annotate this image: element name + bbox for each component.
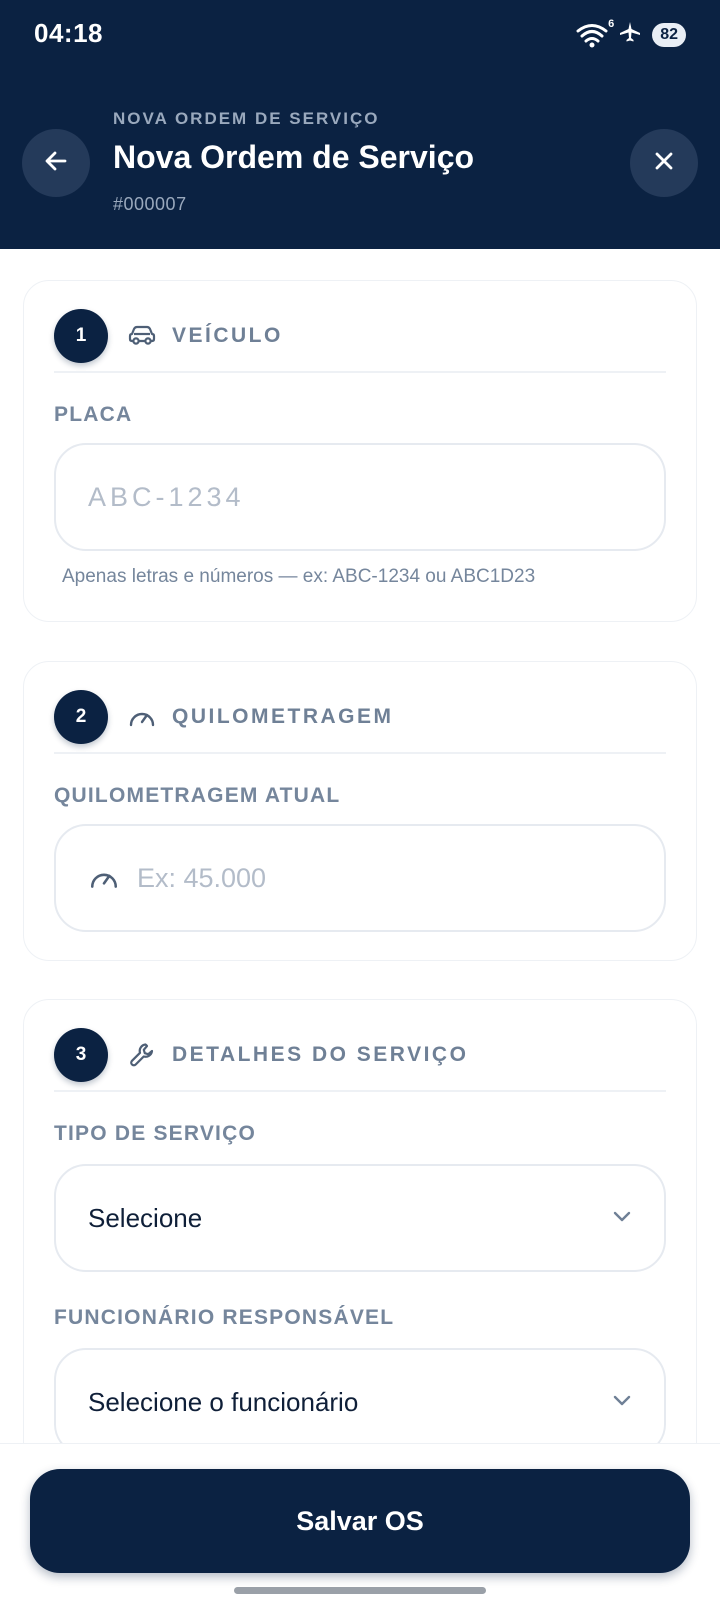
mileage-section-header: 2 QUILOMETRAGEM: [54, 690, 394, 744]
step-number: 3: [54, 1028, 108, 1082]
save-button[interactable]: Salvar OS: [30, 1469, 690, 1573]
back-button[interactable]: [22, 129, 90, 197]
mileage-section: 2 QUILOMETRAGEM QUILOMETRAGEM ATUAL: [23, 661, 697, 961]
service-details-header: 3 DETALHES DO SERVIÇO: [54, 1028, 468, 1082]
service-type-select[interactable]: Selecione: [54, 1164, 666, 1272]
order-number: #000007: [113, 194, 187, 214]
mileage-input[interactable]: [136, 862, 664, 894]
header-eyebrow: NOVA ORDEM DE SERVIÇO: [113, 109, 380, 128]
car-icon: [126, 320, 158, 352]
close-icon: [652, 149, 676, 178]
battery-indicator: 82: [652, 22, 686, 47]
service-details-section: 3 DETALHES DO SERVIÇO TIPO DE SERVIÇO Se…: [23, 999, 697, 1443]
wifi-icon: 6: [576, 18, 614, 48]
speedometer-icon: [126, 701, 158, 733]
chevron-down-icon: [612, 1393, 632, 1412]
plate-input[interactable]: [88, 481, 664, 513]
status-time: 04:18: [34, 18, 103, 48]
section-divider: [54, 752, 666, 754]
mileage-field: [54, 824, 666, 932]
employee-select[interactable]: Selecione o funcionário: [54, 1348, 666, 1443]
step-number: 2: [54, 690, 108, 744]
page-title: Nova Ordem de Serviço: [113, 139, 475, 175]
home-indicator[interactable]: [234, 1587, 486, 1594]
airplane-icon: [618, 20, 642, 49]
mileage-label: QUILOMETRAGEM ATUAL: [54, 784, 341, 807]
speedometer-icon: [88, 860, 121, 896]
vehicle-section-header: 1 VEÍCULO: [54, 309, 283, 363]
chevron-down-icon: [612, 1209, 632, 1228]
mileage-section-title: QUILOMETRAGEM: [172, 705, 394, 728]
service-type-value: Selecione: [88, 1202, 203, 1233]
employee-value: Selecione o funcionário: [88, 1386, 359, 1417]
close-button[interactable]: [630, 129, 698, 197]
arrow-left-icon: [43, 148, 69, 179]
step-number: 1: [54, 309, 108, 363]
bottom-action-bar: Salvar OS: [0, 1443, 720, 1600]
service-details-title: DETALHES DO SERVIÇO: [172, 1043, 469, 1066]
vehicle-section-title: VEÍCULO: [172, 324, 283, 347]
wrench-icon: [126, 1039, 158, 1071]
plate-field: [54, 443, 666, 551]
app-header: 04:18 6 82 NOVA ORDEM DE SERVIÇO Nova Or…: [0, 0, 720, 249]
service-type-label: TIPO DE SERVIÇO: [54, 1122, 256, 1145]
form-content[interactable]: 1 VEÍCULO PLACA Apenas letras e números …: [0, 249, 720, 1443]
status-icons: 6 82: [576, 18, 686, 49]
plate-hint: Apenas letras e números — ex: ABC-1234 o…: [62, 566, 536, 587]
plate-label: PLACA: [54, 403, 133, 426]
vehicle-section: 1 VEÍCULO PLACA Apenas letras e números …: [23, 280, 697, 622]
employee-label: FUNCIONÁRIO RESPONSÁVEL: [54, 1306, 395, 1329]
section-divider: [54, 371, 666, 373]
section-divider: [54, 1090, 666, 1092]
wifi-badge: 6: [608, 17, 615, 30]
